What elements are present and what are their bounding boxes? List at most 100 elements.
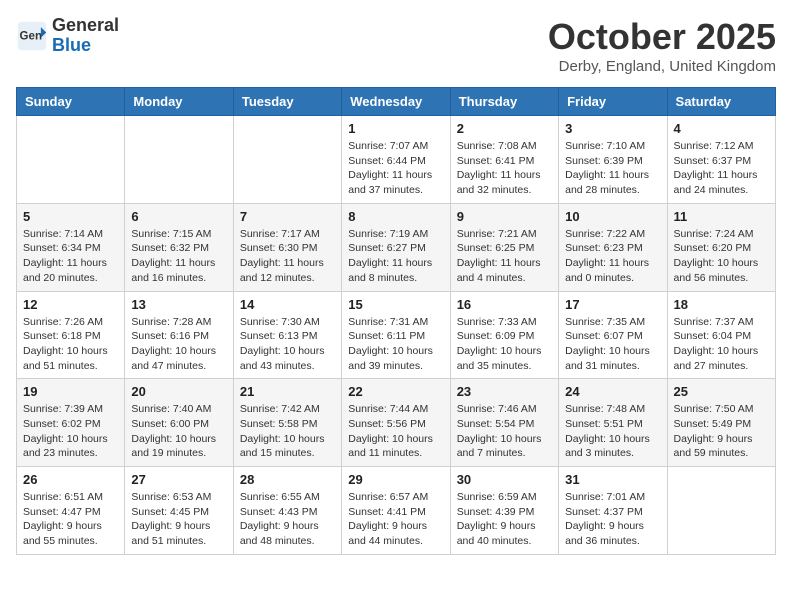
weekday-header-saturday: Saturday <box>667 88 775 116</box>
day-info: Sunrise: 6:57 AM Sunset: 4:41 PM Dayligh… <box>348 490 443 549</box>
calendar-cell: 29 Sunrise: 6:57 AM Sunset: 4:41 PM Dayli… <box>342 467 450 555</box>
day-number: 27 <box>131 472 226 487</box>
page-header: Gen General Blue October 2025 Derby, Eng… <box>16 16 776 75</box>
calendar-week-row: 19 Sunrise: 7:39 AM Sunset: 6:02 PM Dayli… <box>17 379 776 467</box>
day-number: 3 <box>565 121 660 136</box>
calendar-cell: 24Sunrise: 7:48 AM Sunset: 5:51 PM Dayli… <box>559 379 667 467</box>
day-number: 7 <box>240 209 335 224</box>
weekday-header-row: SundayMondayTuesdayWednesdayThursdayFrid… <box>17 88 776 116</box>
day-info: Sunrise: 7:39 AM Sunset: 6:02 PM Dayligh… <box>23 402 118 461</box>
day-number: 21 <box>240 384 335 399</box>
calendar-cell: 25Sunrise: 7:50 AM Sunset: 5:49 PM Dayli… <box>667 379 775 467</box>
day-number: 14 <box>240 297 335 312</box>
calendar-cell: 13 Sunrise: 7:28 AM Sunset: 6:16 PM Dayli… <box>125 291 233 379</box>
logo-blue-text: Blue <box>52 36 119 56</box>
calendar-cell: 2 Sunrise: 7:08 AM Sunset: 6:41 PM Daylig… <box>450 116 558 204</box>
calendar-cell: 19 Sunrise: 7:39 AM Sunset: 6:02 PM Dayli… <box>17 379 125 467</box>
day-number: 24 <box>565 384 660 399</box>
calendar-cell <box>233 116 341 204</box>
calendar-cell: 16Sunrise: 7:33 AM Sunset: 6:09 PM Dayli… <box>450 291 558 379</box>
day-number: 29 <box>348 472 443 487</box>
weekday-header-friday: Friday <box>559 88 667 116</box>
day-number: 9 <box>457 209 552 224</box>
day-number: 13 <box>131 297 226 312</box>
weekday-header-wednesday: Wednesday <box>342 88 450 116</box>
day-info: Sunrise: 7:40 AM Sunset: 6:00 PM Dayligh… <box>131 402 226 461</box>
day-info: Sunrise: 7:50 AM Sunset: 5:49 PM Dayligh… <box>674 402 769 461</box>
logo-text: General Blue <box>52 16 119 56</box>
weekday-header-thursday: Thursday <box>450 88 558 116</box>
calendar-cell <box>17 116 125 204</box>
logo-general-text: General <box>52 16 119 36</box>
day-number: 2 <box>457 121 552 136</box>
day-number: 15 <box>348 297 443 312</box>
calendar-week-row: 12 Sunrise: 7:26 AM Sunset: 6:18 PM Dayli… <box>17 291 776 379</box>
calendar-cell: 4Sunrise: 7:12 AM Sunset: 6:37 PM Daylig… <box>667 116 775 204</box>
day-number: 5 <box>23 209 118 224</box>
day-number: 10 <box>565 209 660 224</box>
calendar-cell: 10 Sunrise: 7:22 AM Sunset: 6:23 PM Dayli… <box>559 203 667 291</box>
day-number: 8 <box>348 209 443 224</box>
calendar-cell: 18Sunrise: 7:37 AM Sunset: 6:04 PM Dayli… <box>667 291 775 379</box>
calendar-cell: 6 Sunrise: 7:15 AM Sunset: 6:32 PM Daylig… <box>125 203 233 291</box>
day-number: 6 <box>131 209 226 224</box>
day-number: 30 <box>457 472 552 487</box>
day-info: Sunrise: 7:10 AM Sunset: 6:39 PM Dayligh… <box>565 139 660 198</box>
day-info: Sunrise: 7:35 AM Sunset: 6:07 PM Dayligh… <box>565 315 660 374</box>
calendar-cell: 30 Sunrise: 6:59 AM Sunset: 4:39 PM Dayli… <box>450 467 558 555</box>
calendar-cell: 28 Sunrise: 6:55 AM Sunset: 4:43 PM Dayli… <box>233 467 341 555</box>
day-number: 20 <box>131 384 226 399</box>
calendar-cell: 31Sunrise: 7:01 AM Sunset: 4:37 PM Dayli… <box>559 467 667 555</box>
day-number: 12 <box>23 297 118 312</box>
calendar-table: SundayMondayTuesdayWednesdayThursdayFrid… <box>16 87 776 555</box>
day-info: Sunrise: 7:14 AM Sunset: 6:34 PM Dayligh… <box>23 227 118 286</box>
day-number: 19 <box>23 384 118 399</box>
calendar-cell: 3 Sunrise: 7:10 AM Sunset: 6:39 PM Daylig… <box>559 116 667 204</box>
calendar-cell <box>667 467 775 555</box>
day-number: 11 <box>674 209 769 224</box>
day-info: Sunrise: 7:07 AM Sunset: 6:44 PM Dayligh… <box>348 139 443 198</box>
calendar-cell: 17 Sunrise: 7:35 AM Sunset: 6:07 PM Dayli… <box>559 291 667 379</box>
day-info: Sunrise: 7:17 AM Sunset: 6:30 PM Dayligh… <box>240 227 335 286</box>
calendar-cell: 20 Sunrise: 7:40 AM Sunset: 6:00 PM Dayli… <box>125 379 233 467</box>
day-info: Sunrise: 7:28 AM Sunset: 6:16 PM Dayligh… <box>131 315 226 374</box>
calendar-cell <box>125 116 233 204</box>
calendar-cell: 7 Sunrise: 7:17 AM Sunset: 6:30 PM Daylig… <box>233 203 341 291</box>
calendar-cell: 22Sunrise: 7:44 AM Sunset: 5:56 PM Dayli… <box>342 379 450 467</box>
day-info: Sunrise: 7:46 AM Sunset: 5:54 PM Dayligh… <box>457 402 552 461</box>
day-number: 28 <box>240 472 335 487</box>
day-info: Sunrise: 6:55 AM Sunset: 4:43 PM Dayligh… <box>240 490 335 549</box>
day-info: Sunrise: 7:12 AM Sunset: 6:37 PM Dayligh… <box>674 139 769 198</box>
day-info: Sunrise: 7:01 AM Sunset: 4:37 PM Dayligh… <box>565 490 660 549</box>
logo-icon: Gen <box>16 20 48 52</box>
title-block: October 2025 Derby, England, United King… <box>548 16 776 75</box>
day-info: Sunrise: 6:59 AM Sunset: 4:39 PM Dayligh… <box>457 490 552 549</box>
day-info: Sunrise: 7:08 AM Sunset: 6:41 PM Dayligh… <box>457 139 552 198</box>
calendar-cell: 26Sunrise: 6:51 AM Sunset: 4:47 PM Dayli… <box>17 467 125 555</box>
calendar-cell: 23Sunrise: 7:46 AM Sunset: 5:54 PM Dayli… <box>450 379 558 467</box>
calendar-cell: 8 Sunrise: 7:19 AM Sunset: 6:27 PM Daylig… <box>342 203 450 291</box>
weekday-header-monday: Monday <box>125 88 233 116</box>
day-number: 1 <box>348 121 443 136</box>
day-number: 22 <box>348 384 443 399</box>
calendar-cell: 9Sunrise: 7:21 AM Sunset: 6:25 PM Daylig… <box>450 203 558 291</box>
calendar-cell: 11Sunrise: 7:24 AM Sunset: 6:20 PM Dayli… <box>667 203 775 291</box>
day-info: Sunrise: 7:22 AM Sunset: 6:23 PM Dayligh… <box>565 227 660 286</box>
calendar-week-row: 26Sunrise: 6:51 AM Sunset: 4:47 PM Dayli… <box>17 467 776 555</box>
location-text: Derby, England, United Kingdom <box>548 58 776 75</box>
day-number: 17 <box>565 297 660 312</box>
day-info: Sunrise: 7:42 AM Sunset: 5:58 PM Dayligh… <box>240 402 335 461</box>
calendar-week-row: 5 Sunrise: 7:14 AM Sunset: 6:34 PM Daylig… <box>17 203 776 291</box>
day-info: Sunrise: 7:19 AM Sunset: 6:27 PM Dayligh… <box>348 227 443 286</box>
day-info: Sunrise: 7:26 AM Sunset: 6:18 PM Dayligh… <box>23 315 118 374</box>
calendar-cell: 21 Sunrise: 7:42 AM Sunset: 5:58 PM Dayli… <box>233 379 341 467</box>
calendar-cell: 27 Sunrise: 6:53 AM Sunset: 4:45 PM Dayli… <box>125 467 233 555</box>
day-info: Sunrise: 7:37 AM Sunset: 6:04 PM Dayligh… <box>674 315 769 374</box>
day-number: 16 <box>457 297 552 312</box>
day-info: Sunrise: 7:30 AM Sunset: 6:13 PM Dayligh… <box>240 315 335 374</box>
weekday-header-tuesday: Tuesday <box>233 88 341 116</box>
day-info: Sunrise: 7:15 AM Sunset: 6:32 PM Dayligh… <box>131 227 226 286</box>
day-number: 26 <box>23 472 118 487</box>
day-info: Sunrise: 6:53 AM Sunset: 4:45 PM Dayligh… <box>131 490 226 549</box>
month-title: October 2025 <box>548 16 776 58</box>
